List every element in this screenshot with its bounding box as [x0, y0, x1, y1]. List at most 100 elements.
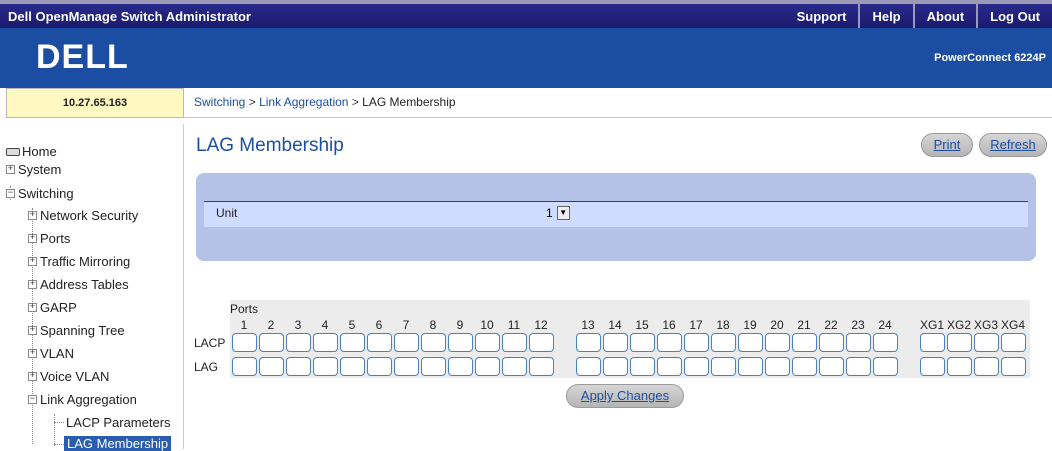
lacp-cell[interactable]: [947, 333, 972, 352]
lacp-cell[interactable]: [920, 333, 945, 352]
lacp-cell[interactable]: [502, 333, 527, 352]
port-number-label: XG2: [946, 318, 971, 332]
lag-cell[interactable]: [394, 357, 419, 376]
lag-cell[interactable]: [286, 357, 311, 376]
expand-icon[interactable]: +: [28, 349, 37, 358]
lacp-cell[interactable]: [232, 333, 257, 352]
dell-logo: DELL: [36, 38, 129, 76]
lag-cell[interactable]: [367, 357, 392, 376]
lacp-cell[interactable]: [603, 333, 628, 352]
sidebar-item-traffic-mirroring[interactable]: + Traffic Mirroring: [28, 254, 130, 269]
lacp-cell[interactable]: [286, 333, 311, 352]
lacp-cell[interactable]: [765, 333, 790, 352]
unit-select[interactable]: 1 ▼: [544, 205, 570, 221]
lacp-cell[interactable]: [576, 333, 601, 352]
lacp-cell[interactable]: [475, 333, 500, 352]
lacp-cell[interactable]: [657, 333, 682, 352]
lag-cell[interactable]: [974, 357, 999, 376]
lag-cell[interactable]: [684, 357, 709, 376]
collapse-icon[interactable]: −: [6, 189, 15, 198]
sidebar-item-lacp-parameters[interactable]: LACP Parameters: [66, 415, 171, 430]
lag-cell[interactable]: [340, 357, 365, 376]
lacp-cell[interactable]: [367, 333, 392, 352]
lag-cell[interactable]: [873, 357, 898, 376]
expand-icon[interactable]: +: [28, 303, 37, 312]
lag-cell[interactable]: [259, 357, 284, 376]
port-number-label: 2: [267, 318, 275, 332]
lag-cell[interactable]: [1001, 357, 1026, 376]
apply-changes-button[interactable]: Apply Changes: [566, 384, 684, 408]
lacp-cell[interactable]: [259, 333, 284, 352]
lacp-cell[interactable]: [792, 333, 817, 352]
expand-icon[interactable]: +: [28, 326, 37, 335]
sidebar-item-network-security[interactable]: + Network Security: [28, 208, 138, 223]
lag-cell[interactable]: [529, 357, 554, 376]
lag-cell[interactable]: [232, 357, 257, 376]
top-nav: Support Help About Log Out: [785, 4, 1052, 28]
lacp-cell[interactable]: [819, 333, 844, 352]
print-button[interactable]: Print: [921, 133, 973, 157]
sidebar-item-garp[interactable]: + GARP: [28, 300, 77, 315]
lacp-cell[interactable]: [711, 333, 736, 352]
lag-cell[interactable]: [792, 357, 817, 376]
lacp-cell[interactable]: [448, 333, 473, 352]
lacp-cell[interactable]: [846, 333, 871, 352]
breadcrumb-link-aggregation[interactable]: Link Aggregation: [259, 95, 348, 109]
expand-icon[interactable]: +: [28, 211, 37, 220]
lag-cell[interactable]: [657, 357, 682, 376]
breadcrumb-switching[interactable]: Switching: [194, 95, 245, 109]
port-number-label: XG4: [1000, 318, 1025, 332]
lag-cell[interactable]: [630, 357, 655, 376]
ports-label: Ports: [230, 302, 259, 316]
sidebar-item-link-aggregation[interactable]: − Link Aggregation: [28, 392, 137, 407]
lag-cell[interactable]: [502, 357, 527, 376]
lag-cell[interactable]: [846, 357, 871, 376]
sidebar-item-ports[interactable]: + Ports: [28, 231, 70, 246]
sidebar-item-voice-vlan[interactable]: + Voice VLAN: [28, 369, 109, 384]
collapse-icon[interactable]: −: [28, 395, 37, 404]
lag-cell[interactable]: [313, 357, 338, 376]
lacp-cell[interactable]: [630, 333, 655, 352]
lacp-cell[interactable]: [1001, 333, 1026, 352]
sidebar-item-switching[interactable]: − Switching: [6, 186, 74, 201]
help-link[interactable]: Help: [858, 4, 912, 28]
lag-cell[interactable]: [920, 357, 945, 376]
lag-cell[interactable]: [711, 357, 736, 376]
lag-cell[interactable]: [475, 357, 500, 376]
lag-cell[interactable]: [448, 357, 473, 376]
lag-cell[interactable]: [819, 357, 844, 376]
expand-icon[interactable]: +: [6, 165, 15, 174]
lacp-cell[interactable]: [974, 333, 999, 352]
lag-cell[interactable]: [421, 357, 446, 376]
port-number-label: 4: [321, 318, 329, 332]
sidebar-item-vlan[interactable]: + VLAN: [28, 346, 74, 361]
expand-icon[interactable]: +: [28, 280, 37, 289]
refresh-button[interactable]: Refresh: [979, 133, 1047, 157]
lag-cell[interactable]: [603, 357, 628, 376]
lag-cell[interactable]: [765, 357, 790, 376]
expand-icon[interactable]: +: [28, 257, 37, 266]
lacp-cell[interactable]: [529, 333, 554, 352]
sidebar-item-address-tables[interactable]: + Address Tables: [28, 277, 129, 292]
lacp-cell[interactable]: [738, 333, 763, 352]
lacp-cell[interactable]: [873, 333, 898, 352]
lacp-cell[interactable]: [313, 333, 338, 352]
logout-link[interactable]: Log Out: [976, 4, 1052, 28]
about-link[interactable]: About: [912, 4, 977, 28]
expand-icon[interactable]: +: [28, 372, 37, 381]
support-link[interactable]: Support: [785, 4, 859, 28]
lacp-cell[interactable]: [421, 333, 446, 352]
lacp-cell[interactable]: [684, 333, 709, 352]
sidebar-item-spanning-tree[interactable]: + Spanning Tree: [28, 323, 125, 338]
lag-cell[interactable]: [947, 357, 972, 376]
chevron-down-icon[interactable]: ▼: [556, 206, 570, 220]
lag-cell[interactable]: [576, 357, 601, 376]
lacp-cell[interactable]: [340, 333, 365, 352]
lag-cell[interactable]: [738, 357, 763, 376]
sidebar-item-system[interactable]: + System: [6, 162, 61, 177]
lacp-cell[interactable]: [394, 333, 419, 352]
port-number-label: 16: [662, 318, 676, 332]
expand-icon[interactable]: +: [28, 234, 37, 243]
sidebar-item-home[interactable]: Home: [6, 144, 57, 159]
port-number-label: XG3: [973, 318, 998, 332]
